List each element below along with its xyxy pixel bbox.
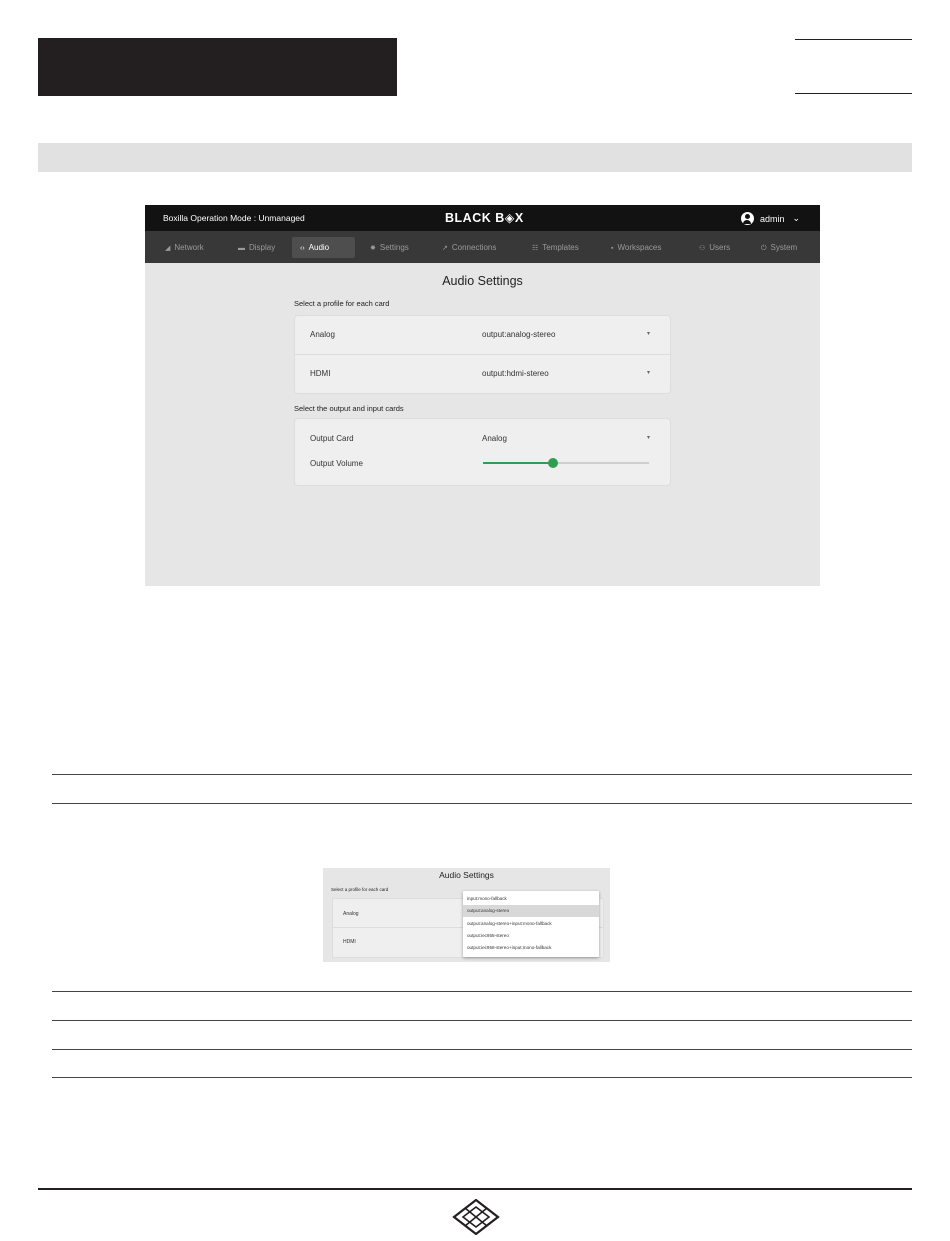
tab-workspaces[interactable]: ▪ Workspaces bbox=[603, 237, 669, 258]
volume-slider[interactable] bbox=[483, 458, 649, 468]
audio-dropdown-screenshot: Audio Settings Select a profile for each… bbox=[323, 868, 610, 962]
audio-settings-screenshot: Boxilla Operation Mode : Unmanaged BLACK… bbox=[145, 205, 820, 586]
page-title: Audio Settings bbox=[442, 274, 523, 288]
tab-system[interactable]: ⏻ System bbox=[753, 237, 805, 258]
profile-dropdown-menu: input:mono-fallback output:analog-stereo… bbox=[463, 891, 599, 957]
tab-label: Audio bbox=[308, 243, 330, 252]
users-icon: ⚇ bbox=[699, 245, 706, 252]
black-box-logo-icon bbox=[452, 1199, 500, 1235]
user-icon bbox=[740, 212, 754, 225]
chevron-down-icon: ▾ bbox=[647, 435, 651, 441]
page-title: Audio Settings bbox=[439, 870, 494, 880]
chevron-down-icon: ▾ bbox=[647, 370, 651, 376]
tab-label: Workspaces bbox=[617, 243, 662, 252]
output-volume-label: Output Volume bbox=[310, 459, 363, 468]
dropdown-option[interactable]: output:analog-stereo+input:mono-fallback bbox=[463, 918, 599, 930]
profile-row-hdmi[interactable]: HDMI bbox=[343, 939, 356, 945]
tab-settings[interactable]: ✸ Settings bbox=[362, 237, 417, 258]
operation-mode: Boxilla Operation Mode : Unmanaged bbox=[163, 213, 305, 223]
header-title-block bbox=[38, 38, 397, 96]
gear-icon: ✸ bbox=[370, 245, 376, 252]
profile-row-analog[interactable]: Analog bbox=[343, 911, 359, 917]
table-rule bbox=[52, 803, 912, 804]
brand-logo: BLACK B◈X bbox=[445, 211, 524, 225]
card-name: Analog bbox=[310, 330, 335, 339]
tab-label: Users bbox=[709, 243, 731, 252]
user-name: admin bbox=[759, 213, 785, 224]
tab-label: System bbox=[770, 243, 798, 252]
section-band bbox=[38, 143, 912, 172]
grid-icon: ☷ bbox=[532, 245, 539, 252]
row-divider bbox=[295, 354, 670, 355]
table-rule bbox=[52, 1049, 912, 1050]
tab-label: Connections bbox=[451, 243, 497, 252]
table-rule bbox=[52, 991, 912, 992]
volume-slider-fill bbox=[483, 462, 553, 464]
dropdown-option[interactable]: output:iec958-stereo bbox=[463, 930, 599, 942]
chevron-down-icon: ⌄ bbox=[792, 213, 800, 223]
display-icon: ▬ bbox=[238, 245, 245, 252]
network-icon: ◢ bbox=[165, 245, 171, 252]
output-card-label: Output Card bbox=[310, 434, 354, 443]
top-bar: Boxilla Operation Mode : Unmanaged BLACK… bbox=[145, 205, 820, 231]
header-rule-top bbox=[795, 39, 912, 40]
output-card-select[interactable]: Analog bbox=[482, 434, 507, 443]
output-card: Output Card Analog ▾ Output Volume bbox=[294, 418, 671, 486]
profile-section-label: Select a profile for each card bbox=[331, 887, 389, 892]
tab-templates[interactable]: ☷ Templates bbox=[524, 237, 587, 258]
profile-select[interactable]: output:hdmi-stereo bbox=[482, 369, 549, 378]
cards-section-label: Select the output and input cards bbox=[294, 404, 404, 413]
table-rule bbox=[52, 1020, 912, 1021]
tab-audio[interactable]: ‹› Audio bbox=[292, 237, 355, 258]
tab-users[interactable]: ⚇ Users bbox=[691, 237, 738, 258]
table-rule bbox=[52, 774, 912, 775]
power-icon: ⏻ bbox=[761, 245, 767, 252]
tab-display[interactable]: ▬ Display bbox=[230, 237, 283, 258]
tab-label: Templates bbox=[542, 243, 579, 252]
dropdown-option-selected[interactable]: output:analog-stereo bbox=[463, 905, 599, 917]
audio-icon: ‹› bbox=[300, 245, 305, 252]
tab-connections[interactable]: ↗ Connections bbox=[434, 237, 504, 258]
workspace-icon: ▪ bbox=[611, 245, 614, 252]
link-icon: ↗ bbox=[442, 245, 448, 252]
dropdown-option[interactable]: output:iec958-stereo+input:mono-fallback bbox=[463, 942, 599, 954]
profile-select[interactable]: output:analog-stereo bbox=[482, 330, 555, 339]
tab-label: Network bbox=[174, 243, 204, 252]
nav-bar: ◢ Network ▬ Display ‹› Audio ✸ Settings ↗ Con… bbox=[145, 231, 820, 263]
user-menu[interactable]: admin ⌄ bbox=[740, 212, 800, 225]
dropdown-option[interactable]: input:mono-fallback bbox=[463, 893, 599, 905]
tab-label: Display bbox=[249, 243, 276, 252]
profile-section-label: Select a profile for each card bbox=[294, 299, 390, 308]
tab-label: Settings bbox=[379, 243, 409, 252]
tab-network[interactable]: ◢ Network bbox=[157, 237, 212, 258]
profile-card: Analog output:analog-stereo ▾ HDMI outpu… bbox=[294, 315, 671, 394]
volume-slider-thumb[interactable] bbox=[547, 458, 558, 468]
footer-rule bbox=[38, 1188, 912, 1190]
header-rule-bottom bbox=[795, 93, 912, 94]
chevron-down-icon: ▾ bbox=[647, 331, 651, 337]
card-name: HDMI bbox=[310, 369, 331, 378]
table-rule bbox=[52, 1077, 912, 1078]
